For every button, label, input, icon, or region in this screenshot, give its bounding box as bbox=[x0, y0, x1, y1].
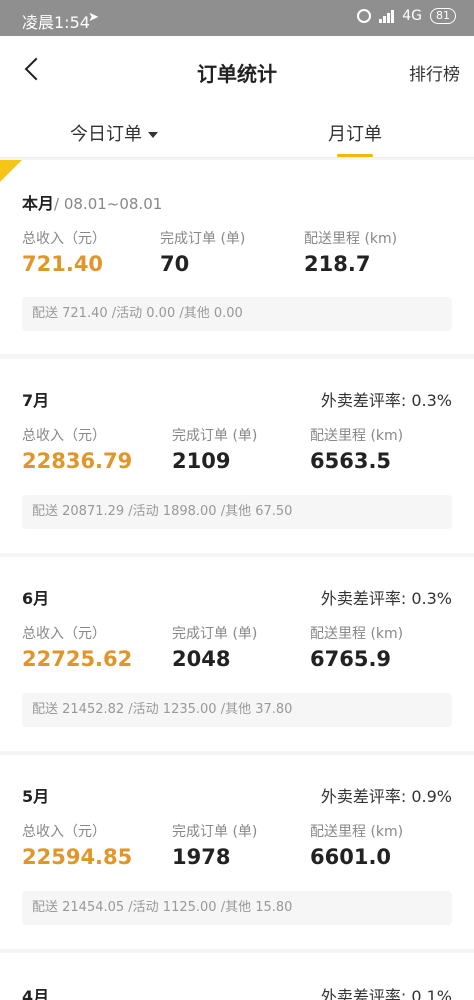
distance-value: 6563.5 bbox=[310, 449, 392, 473]
bad-review-rate: 外卖差评率: 0.3% bbox=[320, 391, 452, 410]
month-card[interactable]: 7月 外卖差评率: 0.3% 总收入（元） 完成订单 (单) 配送里程 (km)… bbox=[0, 359, 474, 553]
month-title: 4月 bbox=[22, 987, 50, 1000]
income-value: 721.40 bbox=[22, 252, 104, 276]
status-time: 凌晨1:54 bbox=[22, 13, 90, 32]
distance-label: 配送里程 (km) bbox=[310, 824, 404, 840]
battery-icon: 81 bbox=[430, 8, 456, 24]
month-card[interactable]: 6月 外卖差评率: 0.3% 总收入（元） 完成订单 (单) 配送里程 (km)… bbox=[0, 557, 474, 751]
income-breakdown: 配送 20871.29 /活动 1898.00 /其他 67.50 bbox=[22, 495, 452, 529]
orders-label: 完成订单 (单) bbox=[160, 231, 246, 247]
status-right: 4G 81 bbox=[357, 8, 456, 24]
income-value: 22594.85 bbox=[22, 845, 133, 869]
bad-review-rate: 外卖差评率: 0.3% bbox=[320, 589, 452, 608]
orders-value: 2048 bbox=[172, 647, 231, 671]
order-tabs: 今日订单 月订单 bbox=[0, 106, 474, 158]
page-title: 订单统计 bbox=[197, 62, 277, 86]
current-month-card[interactable]: 本月/ 08.01~08.01 总收入（元） 完成订单 (单) 配送里程 (km… bbox=[0, 160, 474, 354]
orders-label: 完成订单 (单) bbox=[172, 824, 258, 840]
tab-today-orders[interactable]: 今日订单 bbox=[70, 120, 158, 146]
income-breakdown: 配送 721.40 /活动 0.00 /其他 0.00 bbox=[22, 297, 452, 331]
orders-value: 1978 bbox=[172, 845, 231, 869]
distance-value: 6601.0 bbox=[310, 845, 392, 869]
month-card[interactable]: 5月 外卖差评率: 0.9% 总收入（元） 完成订单 (单) 配送里程 (km)… bbox=[0, 755, 474, 949]
alarm-icon bbox=[357, 9, 372, 23]
income-label: 总收入（元） bbox=[22, 626, 106, 642]
corner-flag-icon bbox=[0, 160, 22, 182]
orders-value: 2109 bbox=[172, 449, 231, 473]
distance-value: 6765.9 bbox=[310, 647, 392, 671]
distance-label: 配送里程 (km) bbox=[304, 231, 398, 247]
income-label: 总收入（元） bbox=[22, 231, 106, 247]
tab-monthly-orders[interactable]: 月订单 bbox=[328, 120, 382, 146]
status-bar: 凌晨1:54 ➤ 4G 81 bbox=[0, 0, 474, 36]
distance-label: 配送里程 (km) bbox=[310, 428, 404, 444]
orders-label: 完成订单 (单) bbox=[172, 626, 258, 642]
app-header: 订单统计 排行榜 bbox=[0, 36, 474, 106]
month-card[interactable]: 4月 外卖差评率: 0.1% bbox=[0, 953, 474, 1000]
signal-icon bbox=[379, 9, 395, 23]
tab-active-indicator bbox=[337, 154, 373, 157]
orders-value: 70 bbox=[160, 252, 190, 276]
month-title: 6月 bbox=[22, 589, 50, 608]
income-value: 22836.79 bbox=[22, 449, 133, 473]
network-type: 4G bbox=[402, 8, 422, 24]
period-range: / 08.01~08.01 bbox=[54, 195, 163, 213]
bad-review-rate: 外卖差评率: 0.1% bbox=[320, 987, 452, 1000]
income-breakdown: 配送 21454.05 /活动 1125.00 /其他 15.80 bbox=[22, 891, 452, 925]
ranking-link[interactable]: 排行榜 bbox=[409, 60, 460, 85]
caret-down-icon bbox=[148, 132, 158, 138]
income-label: 总收入（元） bbox=[22, 824, 106, 840]
income-value: 22725.62 bbox=[22, 647, 133, 671]
month-title: 5月 bbox=[22, 787, 50, 806]
card-period: 本月/ 08.01~08.01 bbox=[22, 190, 162, 214]
tab-today-label: 今日订单 bbox=[70, 124, 142, 145]
bad-review-rate: 外卖差评率: 0.9% bbox=[320, 787, 452, 806]
period-title: 本月 bbox=[22, 194, 55, 213]
distance-label: 配送里程 (km) bbox=[310, 626, 404, 642]
income-label: 总收入（元） bbox=[22, 428, 106, 444]
orders-label: 完成订单 (单) bbox=[172, 428, 258, 444]
month-title: 7月 bbox=[22, 391, 50, 410]
distance-value: 218.7 bbox=[304, 252, 371, 276]
location-arrow-icon: ➤ bbox=[88, 10, 99, 25]
income-breakdown: 配送 21452.82 /活动 1235.00 /其他 37.80 bbox=[22, 693, 452, 727]
